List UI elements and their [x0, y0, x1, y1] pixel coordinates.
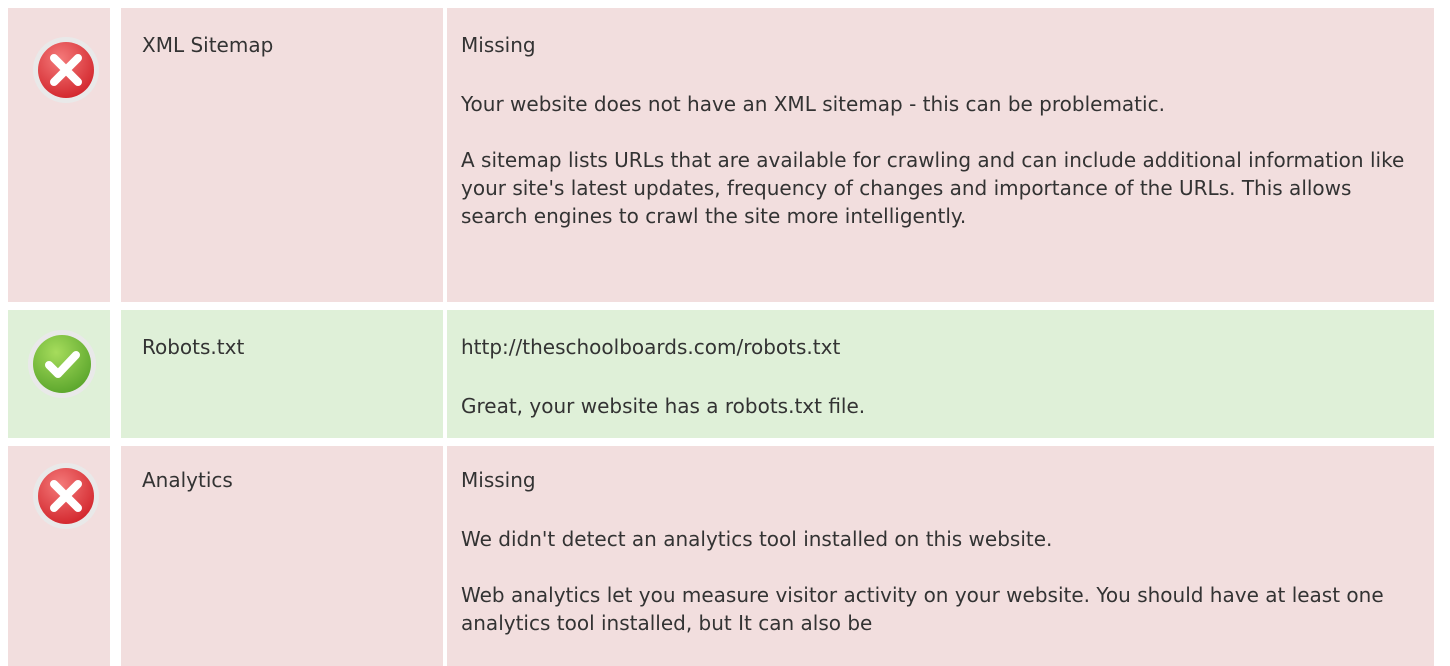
check-value: Missing: [461, 468, 536, 492]
check-label: XML Sitemap: [142, 33, 274, 57]
check-result-cell: Missing We didn't detect an analytics to…: [447, 446, 1434, 666]
table-row-analytics: Analytics Missing We didn't detect an an…: [0, 446, 1450, 666]
status-cell: [8, 8, 110, 302]
check-name-cell: Robots.txt: [121, 310, 443, 438]
check-result: Missing Your website does not have an XM…: [461, 31, 1421, 258]
check-result: Missing We didn't detect an analytics to…: [461, 466, 1421, 665]
check-summary: Great, your website has a robots.txt fil…: [461, 394, 866, 418]
check-result-cell: Missing Your website does not have an XM…: [447, 8, 1434, 302]
check-icon: [28, 330, 96, 398]
check-name-cell: XML Sitemap: [121, 8, 443, 302]
check-result: http://theschoolboards.com/robots.txt Gr…: [461, 333, 1421, 448]
check-value: Missing: [461, 33, 536, 57]
check-label: Robots.txt: [142, 335, 245, 359]
check-result-cell: http://theschoolboards.com/robots.txt Gr…: [447, 310, 1434, 438]
check-detail: Web analytics let you measure visitor ac…: [461, 583, 1384, 635]
table-row-robots-txt: Robots.txt http://theschoolboards.com/ro…: [0, 310, 1450, 438]
check-detail: A sitemap lists URLs that are available …: [461, 148, 1405, 228]
error-x-icon: [33, 37, 99, 103]
table-row-xml-sitemap: XML Sitemap Missing Your website does no…: [0, 8, 1450, 302]
check-summary: We didn't detect an analytics tool insta…: [461, 527, 1053, 551]
check-value-url: http://theschoolboards.com/robots.txt: [461, 335, 841, 359]
check-name-cell: Analytics: [121, 446, 443, 666]
check-summary: Your website does not have an XML sitema…: [461, 92, 1165, 116]
check-label: Analytics: [142, 468, 233, 492]
status-cell: [8, 310, 110, 438]
status-cell: [8, 446, 110, 666]
error-x-icon: [33, 463, 99, 529]
